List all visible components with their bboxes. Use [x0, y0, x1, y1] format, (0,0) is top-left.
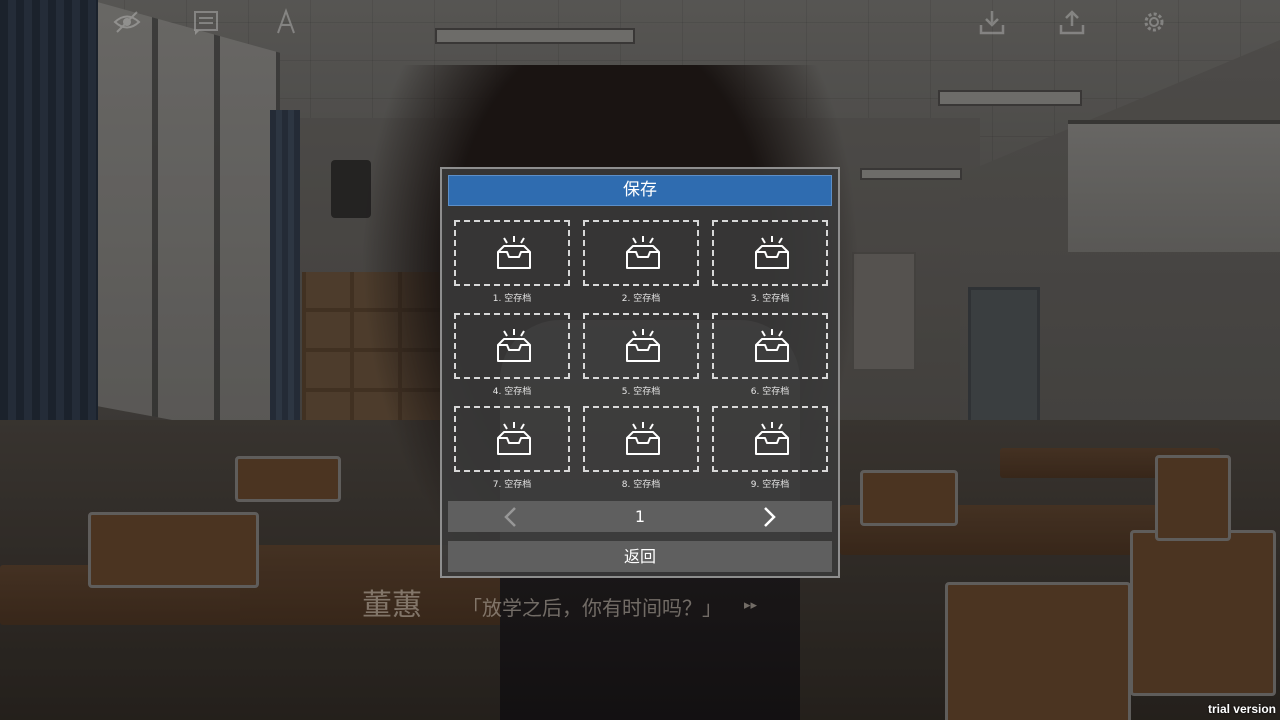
save-slot-label: 6. 空存档 — [750, 387, 790, 397]
dialogue-text: 「放学之后，你有时间吗？」 — [462, 596, 722, 620]
empty-tray-icon — [497, 422, 531, 455]
empty-tray-icon — [755, 329, 789, 362]
empty-tray-icon — [497, 329, 531, 362]
chevron-left-icon — [504, 507, 516, 527]
save-slot-2[interactable] — [583, 220, 699, 286]
save-slot-3[interactable] — [712, 220, 828, 286]
empty-tray-icon — [626, 422, 660, 455]
page-navigator: 1 — [448, 501, 832, 532]
eye-icon[interactable] — [113, 8, 141, 36]
empty-tray-icon — [755, 236, 789, 269]
download-icon[interactable] — [978, 8, 1006, 36]
save-slot-label: 9. 空存档 — [750, 480, 790, 490]
save-slot-label: 8. 空存档 — [621, 480, 661, 490]
save-slot-label: 3. 空存档 — [750, 294, 790, 304]
save-slot-label: 2. 空存档 — [621, 294, 661, 304]
advance-icon: ▸▸ — [744, 598, 758, 613]
save-slot-5[interactable] — [583, 313, 699, 379]
save-slot-6[interactable] — [712, 313, 828, 379]
chevron-right-icon — [764, 507, 776, 527]
save-slot-label: 7. 空存档 — [492, 480, 532, 490]
font-icon[interactable] — [272, 8, 300, 36]
save-slot-label: 1. 空存档 — [492, 294, 532, 304]
save-slot-4[interactable] — [454, 313, 570, 379]
prev-page-button[interactable] — [498, 504, 524, 530]
save-slot-7[interactable] — [454, 406, 570, 472]
upload-icon[interactable] — [1058, 8, 1086, 36]
page-number: 1 — [634, 507, 646, 526]
save-panel: 保存 1. 空存档 2. 空存档 3. 空存档 4. 空存档 5. 空存档 6. 空存档 7… — [440, 167, 840, 578]
back-button[interactable]: 返回 — [448, 541, 832, 572]
speaker-name: 董蕙 — [362, 588, 422, 623]
save-slot-8[interactable] — [583, 406, 699, 472]
empty-tray-icon — [626, 329, 660, 362]
save-slot-1[interactable] — [454, 220, 570, 286]
gear-icon[interactable] — [1140, 8, 1168, 36]
trial-watermark: trial version — [1207, 702, 1276, 716]
empty-tray-icon — [626, 236, 660, 269]
save-slot-label: 5. 空存档 — [621, 387, 661, 397]
empty-tray-icon — [497, 236, 531, 269]
empty-tray-icon — [755, 422, 789, 455]
save-slot-label: 4. 空存档 — [492, 387, 532, 397]
panel-title: 保存 — [448, 175, 832, 206]
save-slot-9[interactable] — [712, 406, 828, 472]
history-icon[interactable] — [192, 8, 220, 36]
next-page-button[interactable] — [756, 504, 782, 530]
